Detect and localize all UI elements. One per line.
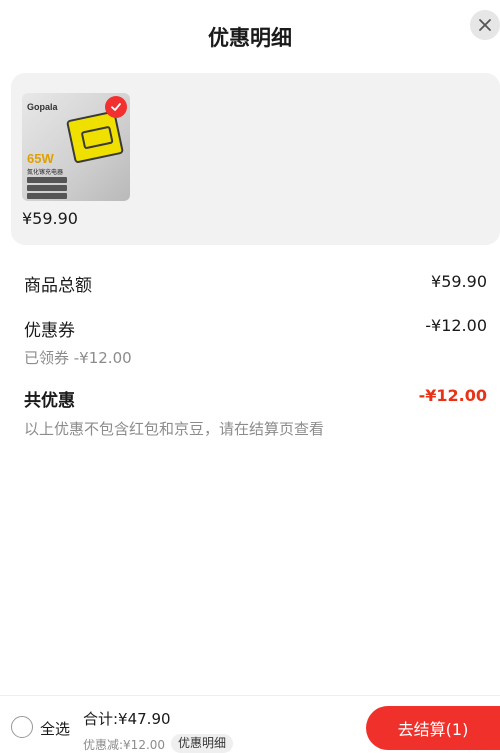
check-icon bbox=[111, 103, 121, 111]
product-wattage: 65W bbox=[27, 151, 54, 166]
select-all-radio[interactable] bbox=[11, 716, 33, 738]
product-price: ¥59.90 bbox=[22, 209, 78, 228]
bottom-bar: 全选 合计:¥47.90 优惠减:¥12.00 优惠明细 去结算(1) bbox=[0, 695, 500, 753]
product-brand: Gopala bbox=[27, 102, 58, 112]
close-button[interactable] bbox=[470, 10, 500, 40]
goods-total-value: ¥59.90 bbox=[431, 272, 487, 291]
discount-note: 以上优惠不包含红包和京豆，请在结算页查看 bbox=[24, 420, 325, 438]
page-title: 优惠明细 bbox=[208, 26, 292, 50]
product-image[interactable]: Gopala 65W 氮化镓充电器 bbox=[22, 93, 130, 201]
image-tag bbox=[27, 177, 67, 183]
charger-graphic bbox=[65, 110, 125, 164]
product-card: Gopala 65W 氮化镓充电器 ¥59.90 bbox=[11, 73, 500, 245]
total-discount-value: -¥12.00 bbox=[418, 386, 487, 405]
discount-detail-button[interactable]: 优惠明细 bbox=[171, 734, 234, 753]
select-all-label[interactable]: 全选 bbox=[40, 718, 70, 739]
image-tag bbox=[27, 185, 67, 191]
coupon-value: -¥12.00 bbox=[425, 316, 487, 335]
coupon-claimed: 已领券 -¥12.00 bbox=[24, 349, 132, 367]
product-subtitle: 氮化镓充电器 bbox=[27, 169, 64, 176]
image-tag bbox=[27, 193, 67, 199]
total-amount: 合计:¥47.90 bbox=[83, 710, 171, 728]
close-icon bbox=[479, 19, 491, 31]
selected-badge[interactable] bbox=[105, 96, 127, 118]
goods-total-label: 商品总额 bbox=[24, 276, 92, 296]
discount-amount: 优惠减:¥12.00 bbox=[83, 738, 166, 752]
total-discount-label: 共优惠 bbox=[24, 391, 75, 411]
coupon-label: 优惠券 bbox=[24, 321, 75, 341]
checkout-button[interactable]: 去结算(1) bbox=[366, 706, 500, 750]
